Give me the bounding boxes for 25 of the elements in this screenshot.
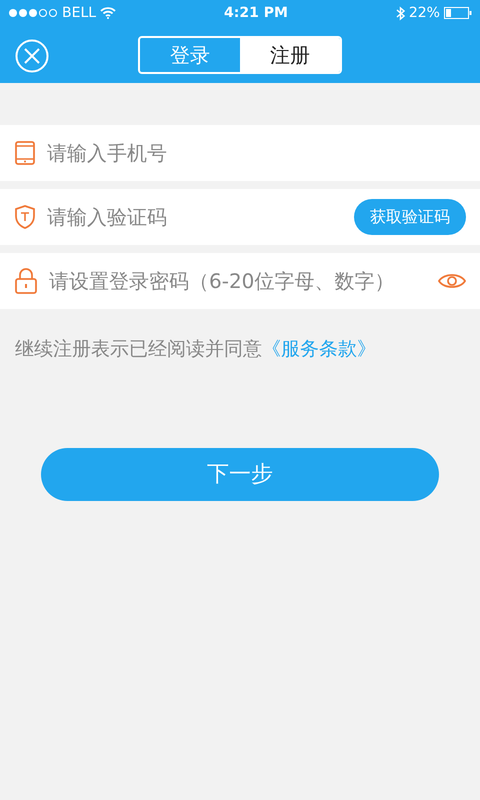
tablet-icon <box>15 141 35 165</box>
text-input[interactable]: 请输入验证码 <box>47 202 342 232</box>
bluetooth-icon <box>396 6 405 20</box>
eye-icon[interactable] <box>438 272 466 290</box>
battery-percent: 22% <box>408 4 440 22</box>
next-button[interactable]: 下一步 <box>41 448 439 500</box>
terms-text: 继续注册表示已经阅读并同意《服务条款》 <box>14 337 377 362</box>
battery-icon <box>444 7 472 19</box>
tab[interactable]: 登录 <box>140 38 240 72</box>
get-code-button[interactable]: 获取验证码 <box>354 199 466 235</box>
status-time: 4:21 PM <box>224 4 288 22</box>
input-field[interactable]: 请输入验证码 获取验证码 <box>0 189 480 245</box>
lock-icon <box>15 268 37 294</box>
tab[interactable]: 注册 <box>240 38 340 72</box>
carrier-name: BELL <box>62 4 96 22</box>
shield-icon <box>15 205 35 229</box>
text-input[interactable]: 请输入手机号 <box>47 138 466 168</box>
text-input[interactable]: 请设置登录密码（6-20位字母、数字） <box>49 266 426 296</box>
wifi-icon <box>100 7 116 19</box>
input-field[interactable]: 请输入手机号 <box>0 125 480 181</box>
close-icon <box>15 39 49 73</box>
signal-icon <box>8 8 58 18</box>
close-button[interactable] <box>15 39 49 73</box>
terms-link[interactable]: 《服务条款》 <box>262 338 376 360</box>
input-field[interactable]: 请设置登录密码（6-20位字母、数字） <box>0 253 480 309</box>
